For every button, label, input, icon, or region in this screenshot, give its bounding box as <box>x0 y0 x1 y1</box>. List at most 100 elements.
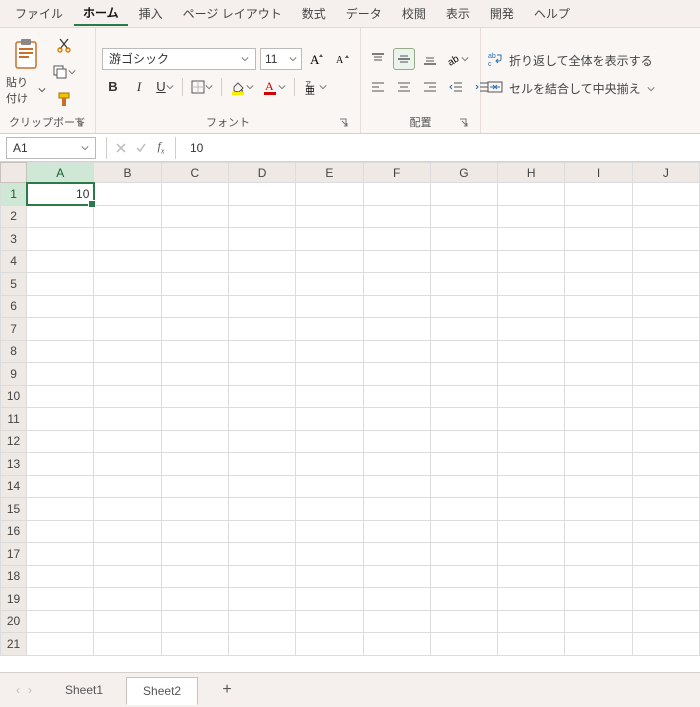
cell-C8[interactable] <box>161 340 228 363</box>
row-header-10[interactable]: 10 <box>1 385 27 408</box>
column-header-G[interactable]: G <box>430 163 497 183</box>
cell-F16[interactable] <box>363 520 430 543</box>
cell-G6[interactable] <box>430 295 497 318</box>
cell-B1[interactable] <box>94 183 161 206</box>
cell-E6[interactable] <box>296 295 363 318</box>
cell-G11[interactable] <box>430 408 497 431</box>
cell-D13[interactable] <box>228 453 295 476</box>
enter-formula-button[interactable] <box>131 137 151 159</box>
underline-button[interactable]: U <box>154 76 176 98</box>
cell-F5[interactable] <box>363 273 430 296</box>
cell-D5[interactable] <box>228 273 295 296</box>
row-header-21[interactable]: 21 <box>1 633 27 656</box>
cell-C11[interactable] <box>161 408 228 431</box>
cell-E14[interactable] <box>296 475 363 498</box>
cell-I15[interactable] <box>565 498 632 521</box>
cell-J13[interactable] <box>632 453 699 476</box>
cell-I6[interactable] <box>565 295 632 318</box>
cell-I17[interactable] <box>565 543 632 566</box>
cell-A9[interactable] <box>27 363 94 386</box>
cell-G17[interactable] <box>430 543 497 566</box>
align-center-button[interactable] <box>393 76 415 98</box>
cell-H19[interactable] <box>498 588 565 611</box>
cell-A6[interactable] <box>27 295 94 318</box>
cell-B9[interactable] <box>94 363 161 386</box>
align-right-button[interactable] <box>419 76 441 98</box>
cell-I18[interactable] <box>565 565 632 588</box>
cell-D1[interactable] <box>228 183 295 206</box>
dialog-launcher-icon[interactable] <box>458 117 470 129</box>
cell-C9[interactable] <box>161 363 228 386</box>
menu-item-開発[interactable]: 開発 <box>481 2 523 25</box>
cell-G12[interactable] <box>430 430 497 453</box>
cell-C6[interactable] <box>161 295 228 318</box>
cell-A4[interactable] <box>27 250 94 273</box>
cell-B18[interactable] <box>94 565 161 588</box>
cell-C2[interactable] <box>161 205 228 228</box>
column-header-E[interactable]: E <box>296 163 363 183</box>
row-header-3[interactable]: 3 <box>1 228 27 251</box>
cell-B15[interactable] <box>94 498 161 521</box>
cell-F6[interactable] <box>363 295 430 318</box>
cell-C16[interactable] <box>161 520 228 543</box>
row-header-7[interactable]: 7 <box>1 318 27 341</box>
cell-E16[interactable] <box>296 520 363 543</box>
column-header-D[interactable]: D <box>228 163 295 183</box>
cell-E5[interactable] <box>296 273 363 296</box>
sheet-nav-prev[interactable]: ‹ <box>16 683 20 697</box>
cell-J1[interactable] <box>632 183 699 206</box>
cell-C21[interactable] <box>161 633 228 656</box>
cell-B13[interactable] <box>94 453 161 476</box>
borders-button[interactable] <box>189 76 215 98</box>
cell-H13[interactable] <box>498 453 565 476</box>
cell-G21[interactable] <box>430 633 497 656</box>
column-header-H[interactable]: H <box>498 163 565 183</box>
cell-C15[interactable] <box>161 498 228 521</box>
sheet-nav-next[interactable]: › <box>28 683 32 697</box>
cell-E3[interactable] <box>296 228 363 251</box>
row-header-19[interactable]: 19 <box>1 588 27 611</box>
cell-J4[interactable] <box>632 250 699 273</box>
cell-J12[interactable] <box>632 430 699 453</box>
cell-J14[interactable] <box>632 475 699 498</box>
cell-H16[interactable] <box>498 520 565 543</box>
cell-H18[interactable] <box>498 565 565 588</box>
add-sheet-button[interactable]: + <box>212 681 242 699</box>
cell-F11[interactable] <box>363 408 430 431</box>
cell-J3[interactable] <box>632 228 699 251</box>
cell-A16[interactable] <box>27 520 94 543</box>
cell-J11[interactable] <box>632 408 699 431</box>
cell-G14[interactable] <box>430 475 497 498</box>
cell-C5[interactable] <box>161 273 228 296</box>
cell-F13[interactable] <box>363 453 430 476</box>
bold-button[interactable]: B <box>102 76 124 98</box>
row-header-11[interactable]: 11 <box>1 408 27 431</box>
align-bottom-button[interactable] <box>419 48 441 70</box>
cell-F8[interactable] <box>363 340 430 363</box>
cell-C20[interactable] <box>161 610 228 633</box>
row-header-1[interactable]: 1 <box>1 183 27 206</box>
fill-color-button[interactable] <box>228 76 256 98</box>
row-header-16[interactable]: 16 <box>1 520 27 543</box>
cell-G7[interactable] <box>430 318 497 341</box>
cell-F19[interactable] <box>363 588 430 611</box>
cell-D18[interactable] <box>228 565 295 588</box>
menu-item-校閲[interactable]: 校閲 <box>393 2 435 25</box>
cell-A3[interactable] <box>27 228 94 251</box>
align-top-button[interactable] <box>367 48 389 70</box>
font-color-button[interactable]: A <box>260 76 288 98</box>
cell-J6[interactable] <box>632 295 699 318</box>
cell-H14[interactable] <box>498 475 565 498</box>
column-header-J[interactable]: J <box>632 163 699 183</box>
row-header-5[interactable]: 5 <box>1 273 27 296</box>
cell-D20[interactable] <box>228 610 295 633</box>
cell-E7[interactable] <box>296 318 363 341</box>
cell-H12[interactable] <box>498 430 565 453</box>
cell-A7[interactable] <box>27 318 94 341</box>
cell-I10[interactable] <box>565 385 632 408</box>
cell-J16[interactable] <box>632 520 699 543</box>
cell-G8[interactable] <box>430 340 497 363</box>
cell-F21[interactable] <box>363 633 430 656</box>
cell-J20[interactable] <box>632 610 699 633</box>
dialog-launcher-icon[interactable] <box>338 117 350 129</box>
